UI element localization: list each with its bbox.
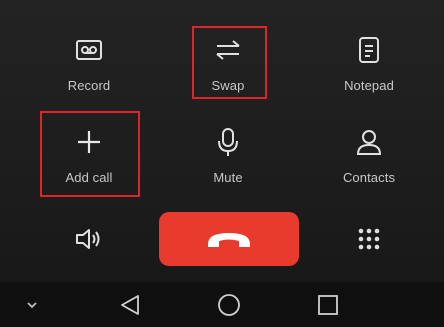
in-call-screen: Record Swap Notepad Add call Mute Contac… xyxy=(0,0,444,327)
navigation-bar xyxy=(0,282,444,327)
add-call-highlight-box xyxy=(40,111,140,197)
dialpad-button[interactable] xyxy=(339,212,399,266)
contacts-button[interactable]: Contacts xyxy=(299,122,439,202)
end-call-button[interactable] xyxy=(159,212,299,266)
mute-label: Mute xyxy=(213,170,243,185)
home-circle-icon xyxy=(217,293,241,317)
notepad-button[interactable]: Notepad xyxy=(299,30,439,110)
swap-highlight-box xyxy=(192,26,267,99)
mute-button[interactable]: Mute xyxy=(158,122,298,202)
speaker-icon xyxy=(74,227,104,251)
record-button[interactable]: Record xyxy=(19,30,159,110)
dialpad-icon xyxy=(357,227,381,251)
nav-recents-button[interactable] xyxy=(298,282,358,327)
notepad-icon xyxy=(349,30,389,70)
contacts-label: Contacts xyxy=(342,170,396,185)
speaker-button[interactable] xyxy=(59,212,119,266)
record-label: Record xyxy=(67,78,111,93)
back-triangle-icon xyxy=(119,294,141,316)
recents-square-icon xyxy=(317,294,339,316)
notepad-label: Notepad xyxy=(344,78,394,93)
chevron-down-icon xyxy=(26,301,38,309)
record-icon xyxy=(69,30,109,70)
phone-hangup-icon xyxy=(205,228,253,250)
microphone-icon xyxy=(208,122,248,162)
nav-home-button[interactable] xyxy=(199,282,259,327)
nav-hide-button[interactable] xyxy=(12,282,52,327)
nav-back-button[interactable] xyxy=(100,282,160,327)
person-icon xyxy=(349,122,389,162)
